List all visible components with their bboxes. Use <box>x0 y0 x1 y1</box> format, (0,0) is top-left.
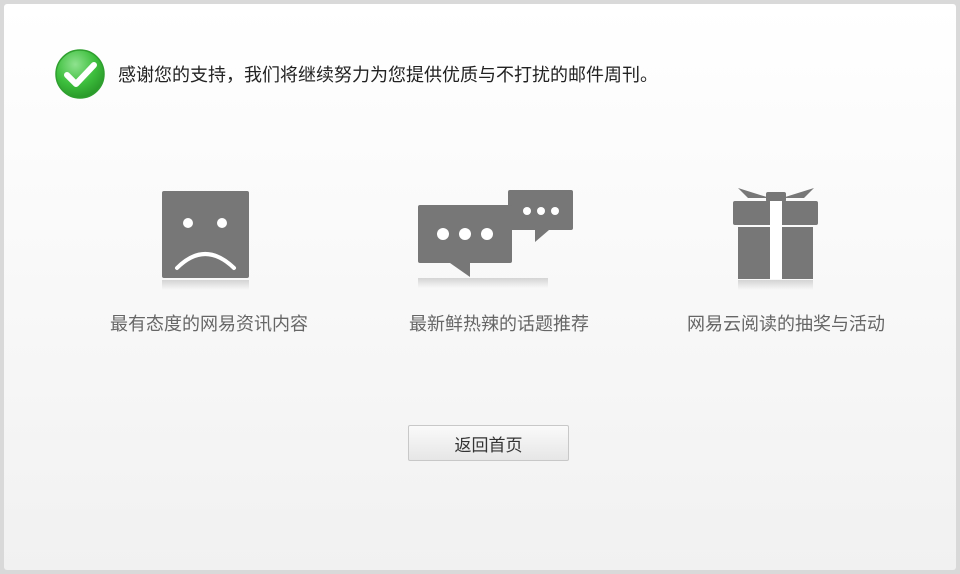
feature-topics-label: 最新鲜热辣的话题推荐 <box>409 314 589 335</box>
feature-news-label: 最有态度的网易资讯内容 <box>110 314 308 335</box>
feature-news: 最有态度的网易资讯内容 <box>59 184 359 336</box>
sad-face-icon <box>162 191 249 290</box>
feature-events: 网易云阅读的抽奖与活动 <box>636 184 936 336</box>
checkmark-icon <box>55 49 105 99</box>
success-message-row: 感谢您的支持，我们将继续努力为您提供优质与不打扰的邮件周刊。 <box>54 48 658 100</box>
success-message: 感谢您的支持，我们将继续努力为您提供优质与不打扰的邮件周刊。 <box>118 65 658 86</box>
gift-icon <box>733 188 818 290</box>
main-panel: 感谢您的支持，我们将继续努力为您提供优质与不打扰的邮件周刊。 最有态度的网易资讯… <box>4 4 956 570</box>
feature-events-label: 网易云阅读的抽奖与活动 <box>687 314 885 335</box>
chat-bubbles-icon <box>418 190 573 288</box>
feature-topics: 最新鲜热辣的话题推荐 <box>349 184 649 336</box>
back-home-button[interactable]: 返回首页 <box>408 425 569 461</box>
